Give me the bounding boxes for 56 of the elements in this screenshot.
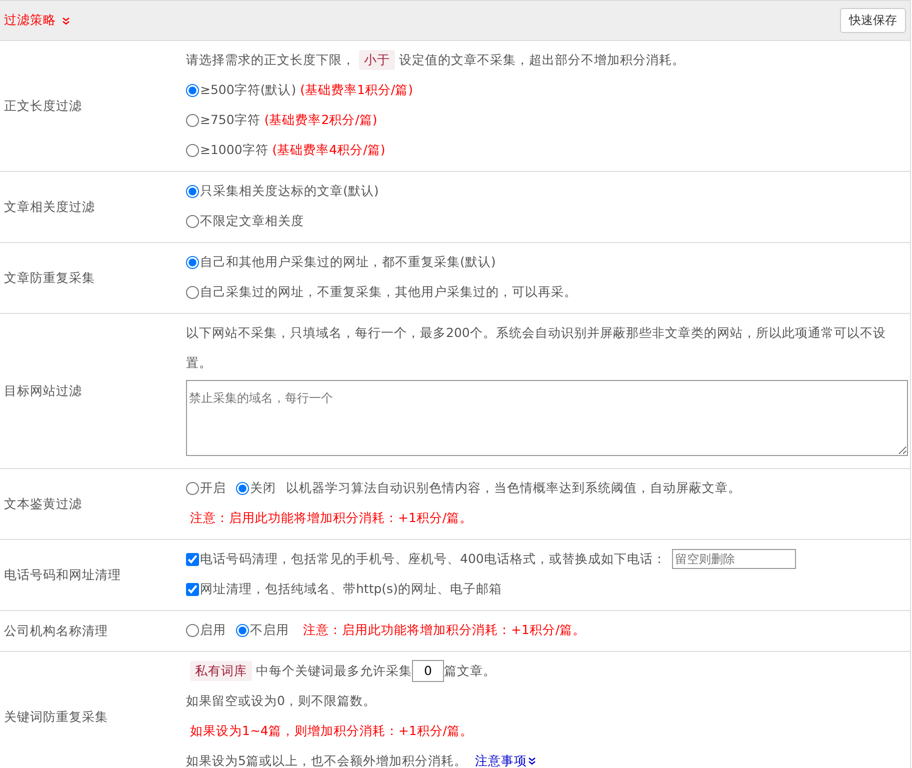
radio-button[interactable] <box>186 114 199 126</box>
radio-button[interactable] <box>186 84 199 96</box>
tag-label: 小于 <box>359 50 395 70</box>
radio-button[interactable] <box>186 144 199 156</box>
option-label[interactable]: 不限定文章相关度 <box>200 206 304 236</box>
radio-button[interactable] <box>186 286 199 298</box>
description-text: 设定值的文章不采集，超出部分不增加积分消耗。 <box>399 51 685 69</box>
radio-button[interactable] <box>236 482 249 494</box>
description-text: 以下网站不采集，只填域名，每行一个，最多200个。系统会自动识别并屏蔽那些非文章类的网站，所以此项通常可以不设置。 <box>186 324 887 372</box>
option-label[interactable]: ≥750字符 <box>200 105 260 135</box>
description-text: 如果设为5篇或以上，也不会额外增加积分消耗。 <box>186 752 467 768</box>
option-label[interactable]: 自己采集过的网址，不重复采集，其他用户采集过的，可以再采。 <box>200 277 577 307</box>
radio-button[interactable] <box>236 624 249 636</box>
setting-label: 电话号码和网址清理 <box>4 566 121 584</box>
option-label[interactable]: 网址清理，包括纯域名、带http(s)的网址、电子邮箱 <box>200 574 502 604</box>
setting-label: 文章相关度过滤 <box>4 198 95 216</box>
setting-label: 文章防重复采集 <box>4 270 95 286</box>
description-text: 请选择需求的正文长度下限， <box>186 51 355 69</box>
description-text: 以机器学习算法自动识别色情内容，当色情概率达到系统阈值，自动屏蔽文章。 <box>286 479 741 497</box>
radio-button[interactable] <box>186 184 199 198</box>
option-label[interactable]: 不启用 <box>250 615 289 645</box>
phone-input-field[interactable]: 留空则删除 <box>672 549 796 569</box>
warning-note: 如果设为1~4篇，则增加积分消耗：+1积分/篇。 <box>190 722 474 740</box>
setting-label: 公司机构名称清理 <box>4 622 108 640</box>
domain-input-field[interactable]: 禁止采集的域名，每行一个 <box>186 380 908 456</box>
option-label[interactable]: 关闭 <box>250 473 276 503</box>
description-text: 中每个关键词最多允许采集 <box>256 662 412 680</box>
option-label[interactable]: ≥1000字符 <box>200 135 268 165</box>
tag-label: 私有词库 <box>190 661 252 681</box>
description-text: 如果留空或设为0，则不限篇数。 <box>186 692 376 710</box>
setting-label: 关键词防重复采集 <box>4 708 108 726</box>
rate-note: (基础费率2积分/篇) <box>264 111 378 129</box>
option-label[interactable]: 开启 <box>200 473 226 503</box>
notes-link[interactable]: 注意事项 <box>474 746 527 768</box>
option-label[interactable]: 自己和其他用户采集过的网址，都不重复采集(默认) <box>200 247 496 277</box>
setting-label: 文本鉴黄过滤 <box>4 496 82 512</box>
rate-note: (基础费率1积分/篇) <box>300 81 414 99</box>
rate-note: (基础费率4积分/篇) <box>272 141 386 159</box>
double-chevron-icon[interactable] <box>528 757 536 765</box>
option-label[interactable]: 启用 <box>200 615 226 645</box>
setting-label: 正文长度过滤 <box>4 98 82 114</box>
radio-button[interactable] <box>186 482 199 494</box>
description-text: 篇文章。 <box>444 662 496 680</box>
checkbox[interactable] <box>186 552 199 566</box>
warning-note: 注意：启用此功能将增加积分消耗：+1积分/篇。 <box>303 621 586 639</box>
radio-button[interactable] <box>186 256 199 268</box>
radio-button[interactable] <box>186 624 199 636</box>
count-input-field[interactable]: 0 <box>412 660 444 682</box>
warning-note: 注意：启用此功能将增加积分消耗：+1积分/篇。 <box>190 509 473 527</box>
radio-button[interactable] <box>186 214 199 228</box>
quick-save-button[interactable]: 快速保存 <box>840 8 906 33</box>
setting-label: 目标网站过滤 <box>4 382 82 400</box>
option-label[interactable]: 电话号码清理，包括常见的手机号、座机号、400电话格式，或替换成如下电话： <box>200 544 666 574</box>
option-label[interactable]: 只采集相关度达标的文章(默认) <box>200 176 379 206</box>
option-label[interactable]: ≥500字符(默认) <box>200 75 296 105</box>
checkbox[interactable] <box>186 582 199 596</box>
